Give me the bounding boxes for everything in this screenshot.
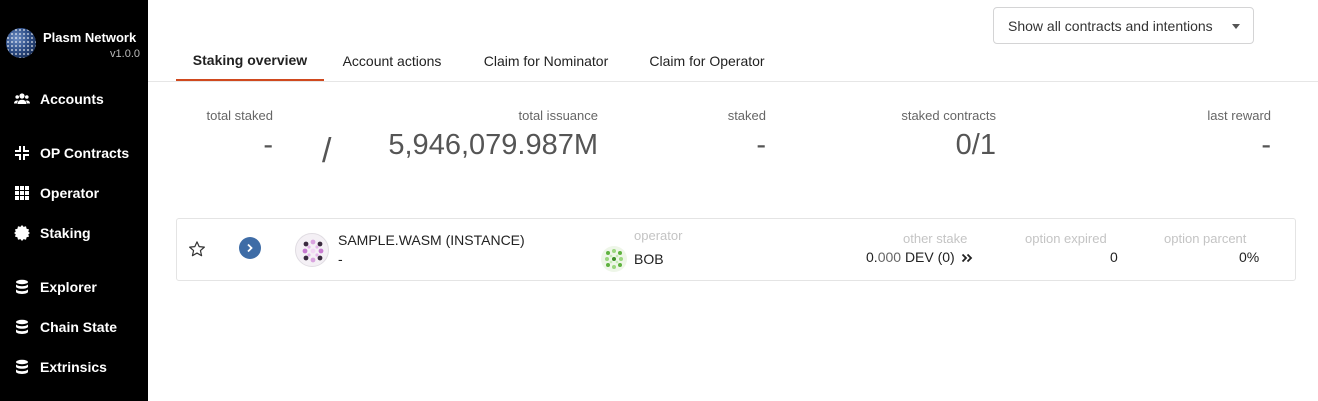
summary-last-reward: last reward - xyxy=(1207,108,1271,162)
chevron-right-icon[interactable] xyxy=(239,237,261,259)
option-parcent-value: 0% xyxy=(1239,249,1260,265)
compress-icon xyxy=(14,145,30,161)
certificate-icon xyxy=(14,225,30,241)
summary-staked-contracts: staked contracts 0/1 xyxy=(901,108,996,162)
summary-value: 0/1 xyxy=(955,129,996,161)
sidebar-item-accounts[interactable]: Accounts xyxy=(14,87,104,111)
sidebar: Plasm Network v1.0.0 Accounts OP Contrac… xyxy=(0,0,148,401)
summary-separator: / xyxy=(322,132,332,170)
sidebar-item-label: Accounts xyxy=(40,91,104,107)
tab-claim-for-nominator[interactable]: Claim for Nominator xyxy=(470,40,622,81)
summary-label: staked contracts xyxy=(901,108,996,123)
double-chevron-right-icon[interactable] xyxy=(961,250,973,266)
caret-down-icon xyxy=(1232,24,1240,29)
summary-label: total issuance xyxy=(518,108,599,123)
summary-label: staked xyxy=(727,108,766,123)
sidebar-item-label: Staking xyxy=(40,225,91,241)
users-icon xyxy=(14,91,30,107)
brand-name: Plasm Network xyxy=(43,30,137,45)
option-expired-value: 0 xyxy=(1110,249,1118,265)
main-content: Staking overview Account actions Claim f… xyxy=(148,0,1318,401)
other-stake-whole: 0. xyxy=(866,249,878,265)
summary-total-issuance: total issuance 5,946,079.987M xyxy=(388,108,598,162)
sidebar-item-op-contracts[interactable]: OP Contracts xyxy=(14,141,129,165)
summary-label: last reward xyxy=(1207,108,1271,123)
summary-value: - xyxy=(1261,129,1271,161)
sidebar-item-label: Explorer xyxy=(40,279,97,295)
database-icon xyxy=(14,279,30,295)
tab-claim-for-operator[interactable]: Claim for Operator xyxy=(637,40,777,81)
star-icon[interactable] xyxy=(188,240,206,258)
summary-value: - xyxy=(263,129,273,161)
contract-identicon xyxy=(295,233,329,267)
operator-value: BOB xyxy=(634,251,664,267)
contract-row[interactable]: SAMPLE.WASM (INSTANCE) - operator BOB ot… xyxy=(176,218,1296,281)
grid-icon xyxy=(14,185,30,201)
other-stake-value: 0.000 DEV (0) xyxy=(866,249,973,266)
plasm-logo-icon xyxy=(6,28,36,58)
sidebar-item-label: Operator xyxy=(40,185,100,201)
tab-staking-overview[interactable]: Staking overview xyxy=(176,40,324,81)
sidebar-item-operator[interactable]: Operator xyxy=(14,181,99,205)
summary-staked: staked - xyxy=(728,108,766,162)
option-expired-label: option expired xyxy=(1025,231,1107,246)
database-icon xyxy=(14,319,30,335)
sidebar-item-staking[interactable]: Staking xyxy=(14,221,91,245)
summary-label: total staked xyxy=(206,108,274,123)
contract-filter-dropdown[interactable]: Show all contracts and intentions xyxy=(993,7,1254,44)
option-parcent-label: option parcent xyxy=(1164,231,1247,246)
app-root: Plasm Network v1.0.0 Accounts OP Contrac… xyxy=(0,0,1318,401)
sidebar-item-extrinsics[interactable]: Extrinsics xyxy=(14,355,107,379)
other-stake-label: other stake xyxy=(903,231,968,246)
other-stake-unit: DEV (0) xyxy=(904,249,955,265)
contract-sub: - xyxy=(338,251,343,267)
sidebar-item-label: Extrinsics xyxy=(40,359,107,375)
tab-bar: Staking overview Account actions Claim f… xyxy=(148,40,1318,82)
filter-selected-label: Show all contracts and intentions xyxy=(1008,17,1213,34)
operator-label: operator xyxy=(634,228,683,243)
summary-value: - xyxy=(756,129,766,161)
brand-version: v1.0.0 xyxy=(110,48,140,60)
staking-summary: total staked - / total issuance 5,946,07… xyxy=(148,108,1318,178)
sidebar-item-explorer[interactable]: Explorer xyxy=(14,275,97,299)
sidebar-item-label: Chain State xyxy=(40,319,118,335)
other-stake-fraction: 000 xyxy=(877,249,902,265)
database-icon xyxy=(14,359,30,375)
summary-total-staked: total staked - xyxy=(207,108,274,162)
sidebar-item-label: OP Contracts xyxy=(40,145,130,161)
sidebar-item-chain-state[interactable]: Chain State xyxy=(14,315,117,339)
operator-identicon xyxy=(601,246,627,272)
brand[interactable]: Plasm Network v1.0.0 xyxy=(6,26,146,66)
summary-value: 5,946,079.987M xyxy=(388,129,598,161)
contract-name: SAMPLE.WASM (INSTANCE) xyxy=(338,232,525,248)
tab-account-actions[interactable]: Account actions xyxy=(334,40,450,81)
